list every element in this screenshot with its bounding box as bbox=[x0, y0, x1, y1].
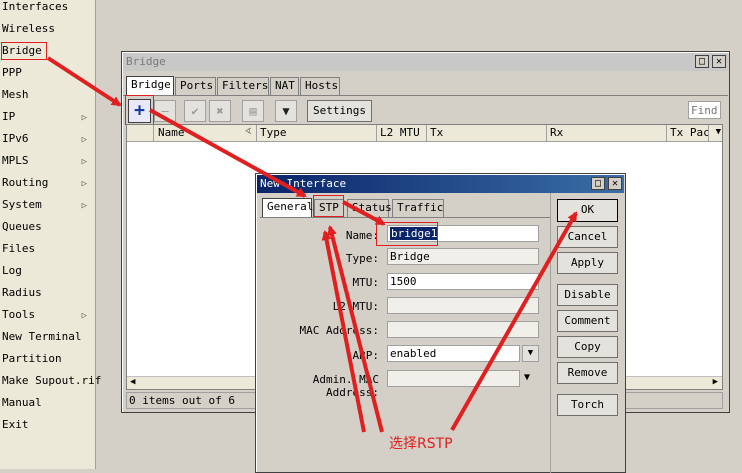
disable-icon[interactable]: ✖ bbox=[209, 100, 231, 122]
filter-icon[interactable]: ▼ bbox=[275, 100, 297, 122]
tab-divider bbox=[260, 217, 550, 218]
tab-traffic[interactable]: Traffic bbox=[392, 199, 444, 217]
apply-button[interactable]: Apply bbox=[557, 252, 618, 274]
comment-icon[interactable]: ▤ bbox=[242, 100, 264, 122]
add-button-highlight bbox=[125, 95, 154, 125]
tab-filters[interactable]: Filters bbox=[217, 77, 269, 95]
name-field-highlight bbox=[376, 222, 438, 246]
main-menu: Interfaces Wireless Bridge PPP Mesh IP ▷ … bbox=[0, 0, 101, 469]
dialog-title: New Interface bbox=[260, 177, 347, 190]
column-header-tx[interactable]: Tx bbox=[427, 125, 547, 141]
column-header-type[interactable]: Type bbox=[257, 125, 377, 141]
mac-address-field bbox=[387, 321, 539, 338]
column-header-name[interactable]: Name ∢ bbox=[155, 125, 257, 141]
menu-item-mpls[interactable]: MPLS ▷ bbox=[0, 154, 95, 176]
submenu-arrow-icon: ▷ bbox=[81, 179, 87, 189]
comment-button[interactable]: Comment bbox=[557, 310, 618, 332]
close-icon[interactable]: ✕ bbox=[608, 177, 622, 190]
menu-item-make-supout[interactable]: Make Supout.rif bbox=[0, 374, 101, 396]
dialog-titlebar: New Interface □ ✕ bbox=[257, 175, 624, 193]
sort-icon: ∢ bbox=[244, 127, 252, 137]
annotation-label: 选择RSTP bbox=[389, 436, 453, 452]
column-header-l2mtu[interactable]: L2 MTU bbox=[377, 125, 427, 141]
menu-item-routing[interactable]: Routing ▷ bbox=[0, 176, 95, 198]
submenu-arrow-icon: ▷ bbox=[81, 311, 87, 321]
mac-address-label: MAC Address: bbox=[299, 324, 379, 337]
scroll-right-icon[interactable]: ▶ bbox=[713, 377, 718, 387]
menu-item-log[interactable]: Log bbox=[0, 264, 95, 286]
menu-item-ppp[interactable]: PPP bbox=[0, 66, 95, 88]
type-label: Type: bbox=[345, 252, 379, 265]
type-field: Bridge bbox=[387, 248, 539, 265]
tab-ports[interactable]: Ports bbox=[175, 77, 216, 95]
stp-tab-highlight bbox=[313, 195, 344, 217]
remove-icon[interactable]: — bbox=[154, 100, 176, 122]
disable-button[interactable]: Disable bbox=[557, 284, 618, 306]
copy-button[interactable]: Copy bbox=[557, 336, 618, 358]
submenu-arrow-icon: ▷ bbox=[81, 113, 87, 123]
submenu-arrow-icon: ▷ bbox=[81, 135, 87, 145]
menu-item-files[interactable]: Files bbox=[0, 242, 95, 264]
menu-item-tools[interactable]: Tools ▷ bbox=[0, 308, 95, 330]
menu-item-system[interactable]: System ▷ bbox=[0, 198, 95, 220]
find-input[interactable] bbox=[688, 101, 721, 119]
menu-item-ip[interactable]: IP ▷ bbox=[0, 110, 95, 132]
mtu-input[interactable]: 1500 bbox=[387, 273, 539, 290]
enable-icon[interactable]: ✔ bbox=[184, 100, 206, 122]
menu-item-exit[interactable]: Exit bbox=[0, 418, 95, 440]
name-label: Name: bbox=[345, 229, 379, 242]
arp-label: ARP: bbox=[352, 349, 380, 362]
table-header: Name∢ Type L2 MTU Tx Rx Tx Pack ▼ bbox=[127, 125, 722, 142]
admin-mac-label: Admin. MAC Address: bbox=[312, 373, 379, 399]
column-header-tx-packets[interactable]: Tx Pack bbox=[667, 125, 709, 141]
ok-button[interactable]: OK bbox=[557, 199, 618, 222]
tab-hosts[interactable]: Hosts bbox=[300, 77, 340, 95]
maximize-icon[interactable]: □ bbox=[591, 177, 605, 190]
tab-divider bbox=[123, 95, 728, 96]
submenu-arrow-icon: ▷ bbox=[81, 201, 87, 211]
menu-item-ipv6[interactable]: IPv6 ▷ bbox=[0, 132, 95, 154]
bridge-window-title: Bridge bbox=[126, 55, 166, 68]
column-menu-icon[interactable]: ▼ bbox=[716, 127, 721, 137]
menu-item-mesh[interactable]: Mesh bbox=[0, 88, 95, 110]
menu-item-interfaces[interactable]: Interfaces bbox=[0, 0, 95, 22]
torch-button[interactable]: Torch bbox=[557, 394, 618, 416]
tab-bridge[interactable]: Bridge bbox=[126, 76, 174, 95]
menu-item-partition[interactable]: Partition bbox=[0, 352, 95, 374]
arp-select[interactable]: enabled bbox=[387, 345, 520, 362]
close-icon[interactable]: ✕ bbox=[712, 55, 726, 68]
new-interface-dialog: New Interface □ ✕ General STP Status Tra… bbox=[255, 173, 626, 473]
column-header-flags[interactable] bbox=[127, 125, 154, 141]
menu-item-queues[interactable]: Queues bbox=[0, 220, 95, 242]
remove-button[interactable]: Remove bbox=[557, 362, 618, 384]
settings-button[interactable]: Settings bbox=[307, 100, 372, 122]
cancel-button[interactable]: Cancel bbox=[557, 226, 618, 248]
bridge-window-titlebar: Bridge □ ✕ bbox=[123, 53, 728, 71]
maximize-icon[interactable]: □ bbox=[695, 55, 709, 68]
l2mtu-field bbox=[387, 297, 539, 314]
menu-item-wireless[interactable]: Wireless bbox=[0, 22, 95, 44]
admin-mac-dropdown-icon[interactable]: ▼ bbox=[524, 372, 530, 383]
menu-item-radius[interactable]: Radius bbox=[0, 286, 95, 308]
column-header-rx[interactable]: Rx bbox=[547, 125, 667, 141]
scroll-left-icon[interactable]: ◀ bbox=[130, 377, 135, 387]
tab-nat[interactable]: NAT bbox=[270, 77, 299, 95]
arp-dropdown-icon[interactable]: ▼ bbox=[522, 345, 539, 362]
tab-status[interactable]: Status bbox=[347, 199, 392, 217]
menu-item-new-terminal[interactable]: New Terminal bbox=[0, 330, 95, 352]
admin-mac-select[interactable] bbox=[387, 370, 520, 387]
button-divider bbox=[550, 193, 551, 473]
l2mtu-label: L2 MTU: bbox=[332, 300, 379, 313]
menu-item-manual[interactable]: Manual bbox=[0, 396, 95, 418]
submenu-arrow-icon: ▷ bbox=[81, 157, 87, 167]
mtu-label: MTU: bbox=[352, 276, 380, 289]
tab-general[interactable]: General bbox=[262, 198, 313, 217]
bridge-menu-highlight bbox=[1, 42, 47, 60]
